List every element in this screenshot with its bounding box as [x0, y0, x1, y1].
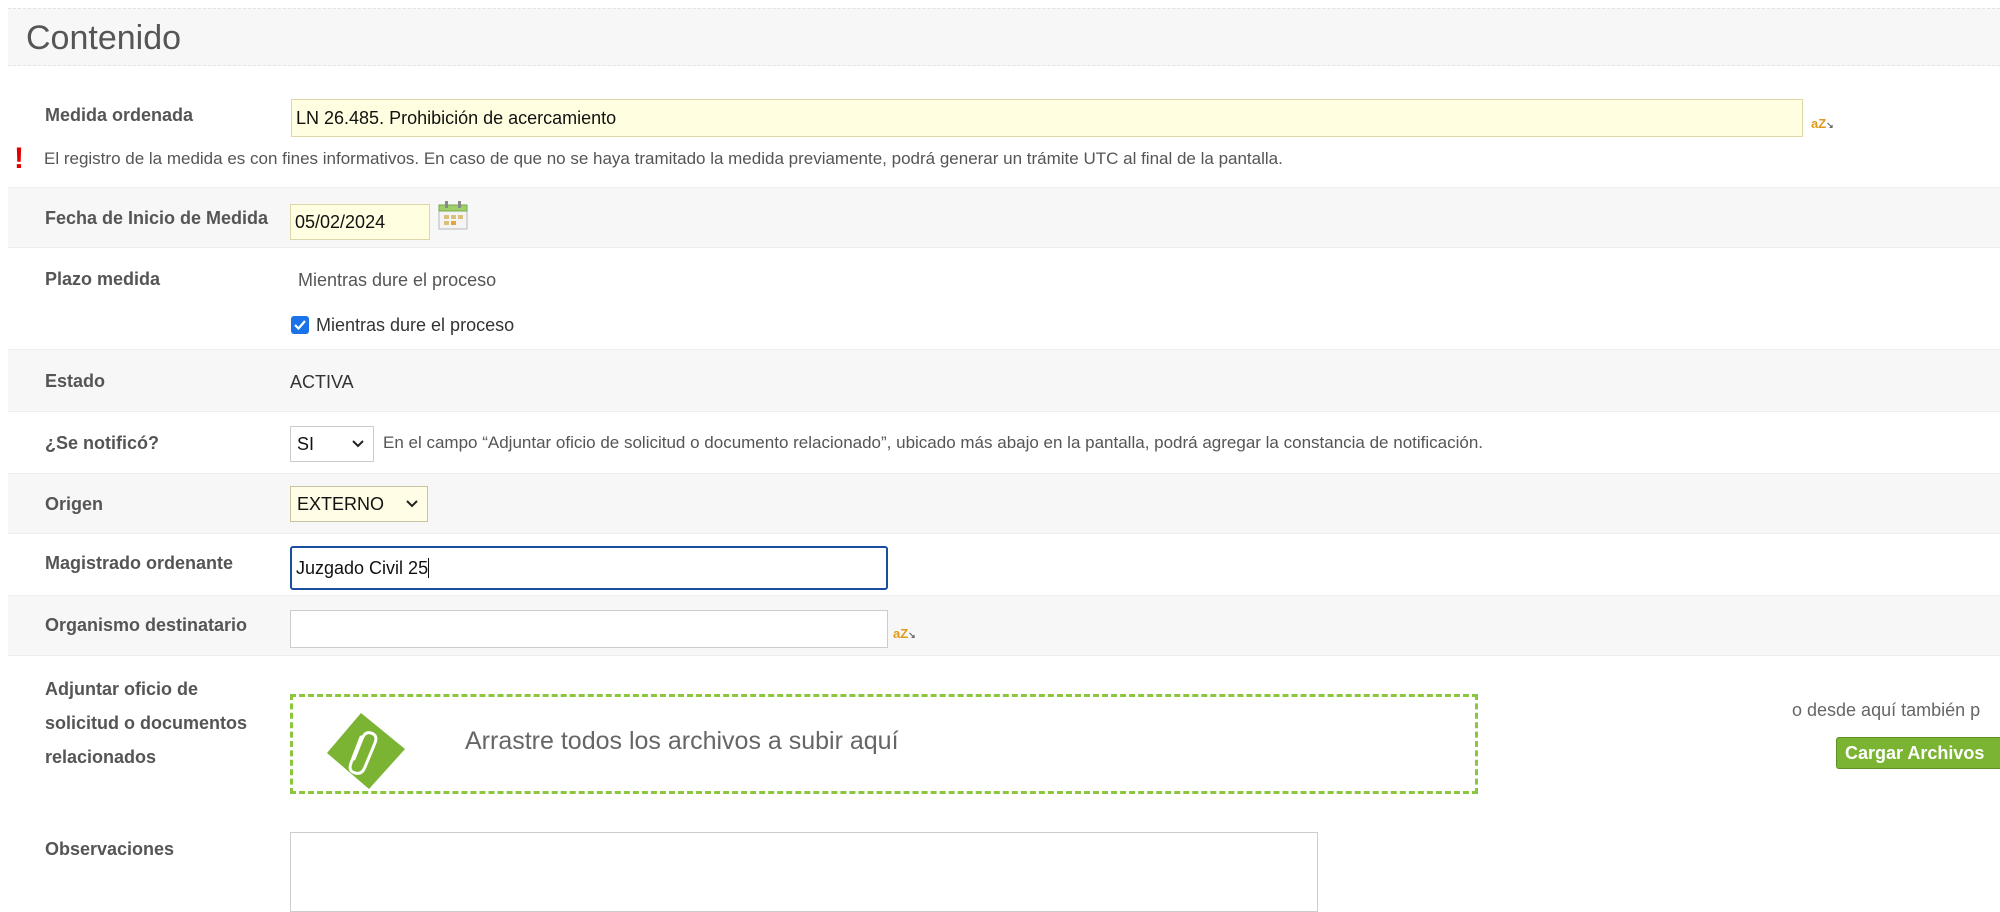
row-fecha-inicio: Fecha de Inicio de Medida 05/02/2024 [8, 188, 2000, 248]
file-dropzone[interactable]: Arrastre todos los archivos a subir aquí [290, 694, 1478, 794]
plazo-medida-text: Mientras dure el proceso [298, 270, 497, 290]
section-title: Contenido [26, 19, 182, 57]
medida-ordenada-input[interactable]: LN 26.485. Prohibición de acercamiento [291, 99, 1803, 137]
adjuntar-label-line2: solicitud o documentos [45, 713, 248, 733]
row-magistrado: Magistrado ordenante Juzgado Civil 25 [8, 534, 2000, 596]
plazo-medida-label: Plazo medida [45, 269, 161, 289]
row-origen: Origen EXTERNO [8, 474, 2000, 534]
estado-label: Estado [45, 371, 106, 391]
row-se-notifico: ¿Se notificó? SI En el campo “Adjuntar o… [8, 412, 2000, 474]
se-notifico-help: En el campo “Adjuntar oficio de solicitu… [383, 433, 1484, 452]
az-autocomplete-icon[interactable]: aZ↘ [893, 626, 916, 641]
organismo-label: Organismo destinatario [45, 615, 248, 635]
fecha-inicio-label: Fecha de Inicio de Medida [45, 208, 269, 228]
paperclip-icon [321, 709, 411, 794]
fecha-inicio-input[interactable]: 05/02/2024 [290, 204, 430, 240]
calendar-icon[interactable] [438, 201, 468, 236]
upload-alt-text: o desde aquí también p [1792, 700, 1981, 720]
observaciones-textarea[interactable] [290, 832, 1318, 912]
estado-value: ACTIVA [290, 372, 354, 392]
medida-ordenada-value: LN 26.485. Prohibición de acercamiento [296, 108, 617, 128]
observaciones-label: Observaciones [45, 839, 175, 859]
az-autocomplete-icon[interactable]: aZ↘ [1811, 116, 1834, 131]
adjuntar-label-line1: Adjuntar oficio de [45, 679, 198, 699]
row-estado: Estado ACTIVA [8, 350, 2000, 412]
se-notifico-label: ¿Se notificó? [45, 433, 159, 453]
se-notifico-selected: SI [297, 434, 315, 454]
origen-selected: EXTERNO [297, 494, 385, 514]
row-medida-ordenada: Medida ordenada LN 26.485. Prohibición d… [8, 92, 2000, 188]
medida-ordenada-label: Medida ordenada [45, 105, 194, 125]
section-header: Contenido [8, 8, 2000, 66]
mientras-dure-checkbox[interactable] [291, 316, 309, 334]
se-notifico-select[interactable]: SI [290, 426, 374, 462]
medida-warning-text: El registro de la medida es con fines in… [44, 149, 1283, 168]
magistrado-input[interactable]: Juzgado Civil 25 [290, 546, 888, 590]
exclamation-icon: ! [14, 142, 24, 175]
chevron-down-icon [351, 427, 365, 473]
chevron-down-icon [405, 487, 419, 533]
adjuntar-label-line3: relacionados [45, 747, 157, 767]
row-organismo: Organismo destinatario aZ↘ [8, 596, 2000, 656]
row-plazo-medida: Plazo medida Mientras dure el proceso Mi… [8, 248, 2000, 350]
origen-label: Origen [45, 494, 104, 514]
magistrado-label: Magistrado ordenante [45, 553, 234, 573]
cargar-archivos-button[interactable]: Cargar Archivos [1836, 737, 2000, 769]
magistrado-value: Juzgado Civil 25 [296, 558, 429, 578]
origen-select[interactable]: EXTERNO [290, 486, 428, 522]
dropzone-text: Arrastre todos los archivos a subir aquí [465, 727, 899, 755]
mientras-dure-checkbox-label: Mientras dure el proceso [316, 315, 515, 335]
fecha-inicio-value: 05/02/2024 [295, 212, 386, 232]
organismo-input[interactable] [290, 610, 888, 648]
